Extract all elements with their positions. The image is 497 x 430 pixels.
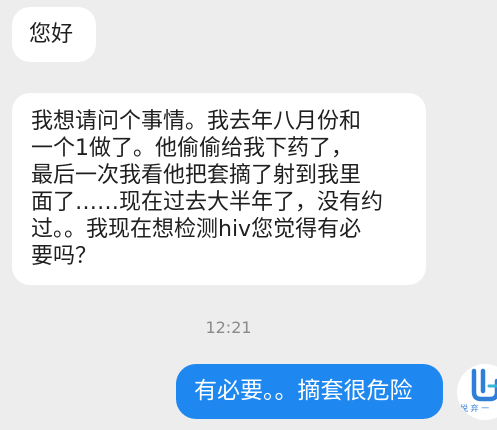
message-text: 有必要。。摘套很危险 (194, 378, 413, 404)
message-text-line: 我想请问个事情。我去年八月份和 (31, 109, 362, 134)
message-text-line: 一个1做了。他偷偷给我下药了， (31, 136, 353, 161)
sender-avatar[interactable]: 悦 弃 一 (457, 364, 497, 420)
message-text-line: 最后一次我看他把套摘了射到我里 (31, 163, 362, 188)
incoming-message-bubble[interactable]: 您好 (12, 7, 96, 62)
message-text: 您好 (29, 22, 74, 47)
message-text-line: 过。。我现在想检测hiv您觉得有必 (31, 217, 362, 242)
message-timestamp: 12:21 (205, 318, 252, 337)
message-text-line: 面了……现在过去大半年了，没有约 (31, 190, 384, 215)
outgoing-message-bubble[interactable]: 有必要。。摘套很危险 (176, 364, 443, 419)
incoming-message-bubble[interactable]: 我想请问个事情。我去年八月份和 一个1做了。他偷偷给我下药了， 最后一次我看他把… (12, 93, 426, 285)
avatar-caption: 悦 弃 一 (460, 404, 490, 413)
message-text-line: 要吗？ (31, 244, 98, 269)
